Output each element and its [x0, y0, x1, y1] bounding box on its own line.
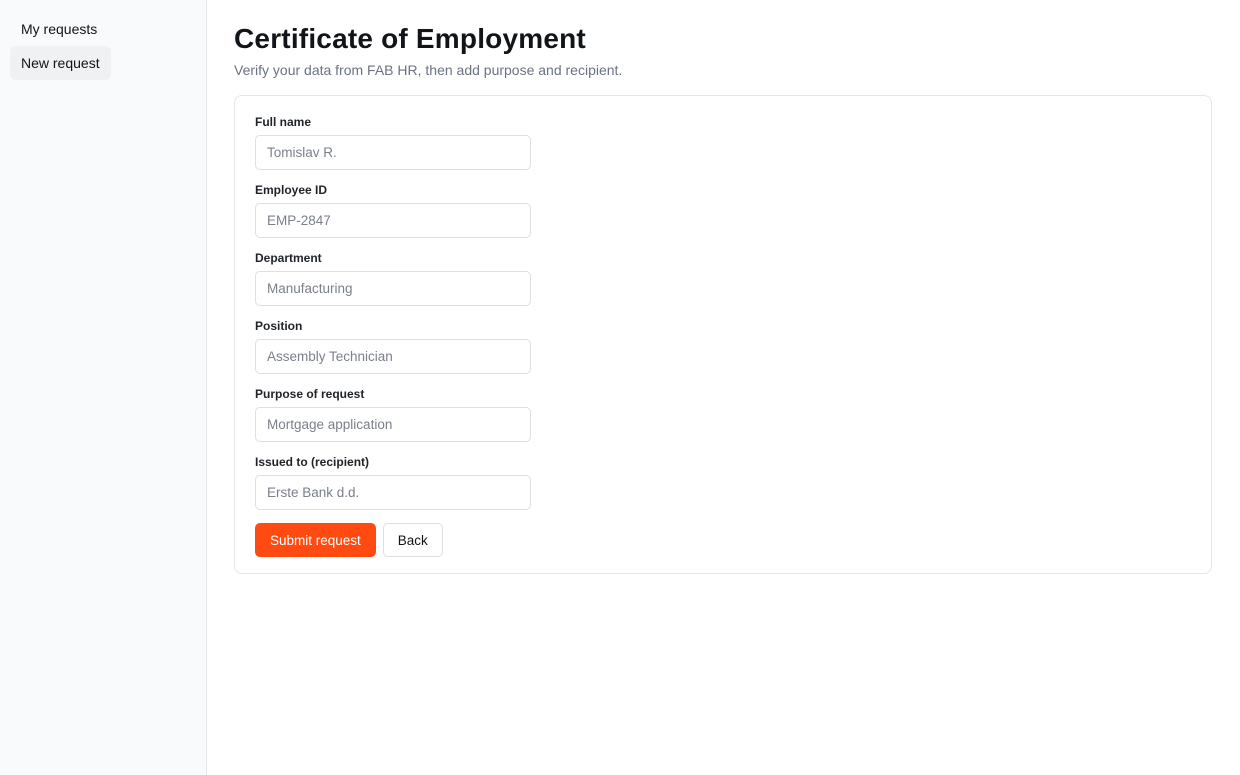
sidebar-row-new-request: New request: [10, 46, 196, 80]
page-subtitle: Verify your data from FAB HR, then add p…: [234, 62, 623, 78]
employee-id-input[interactable]: [255, 203, 531, 238]
department-input[interactable]: [255, 271, 531, 306]
recipient-group: Issued to (recipient): [255, 455, 1191, 510]
purpose-input[interactable]: [255, 407, 531, 442]
back-button[interactable]: Back: [382, 523, 443, 557]
position-input[interactable]: [255, 339, 531, 374]
recipient-label: Issued to (recipient): [255, 455, 370, 469]
page-title: Certificate of Employment: [234, 23, 586, 54]
recipient-input[interactable]: [255, 475, 531, 510]
department-group: Department: [255, 251, 1191, 306]
employee-id-label: Employee ID: [255, 183, 328, 197]
position-label: Position: [255, 319, 303, 333]
submit-request-button[interactable]: Submit request: [255, 523, 376, 557]
sidebar: My requests New request: [0, 0, 207, 775]
full-name-input[interactable]: [255, 135, 531, 170]
certificate-request-form: Full name Employee ID Department Positio…: [234, 95, 1212, 574]
sidebar-row-my-requests: My requests: [10, 12, 196, 46]
sidebar-item-new-request[interactable]: New request: [10, 46, 111, 80]
form-actions: Submit request Back: [255, 523, 1191, 557]
full-name-label: Full name: [255, 115, 312, 129]
purpose-group: Purpose of request: [255, 387, 1191, 442]
position-group: Position: [255, 319, 1191, 374]
department-label: Department: [255, 251, 322, 265]
main-content: Certificate of Employment Verify your da…: [207, 0, 1240, 775]
sidebar-item-my-requests[interactable]: My requests: [10, 12, 108, 46]
purpose-label: Purpose of request: [255, 387, 365, 401]
app-root: My requests New request Certificate of E…: [0, 0, 1240, 775]
employee-id-group: Employee ID: [255, 183, 1191, 238]
full-name-group: Full name: [255, 115, 1191, 170]
